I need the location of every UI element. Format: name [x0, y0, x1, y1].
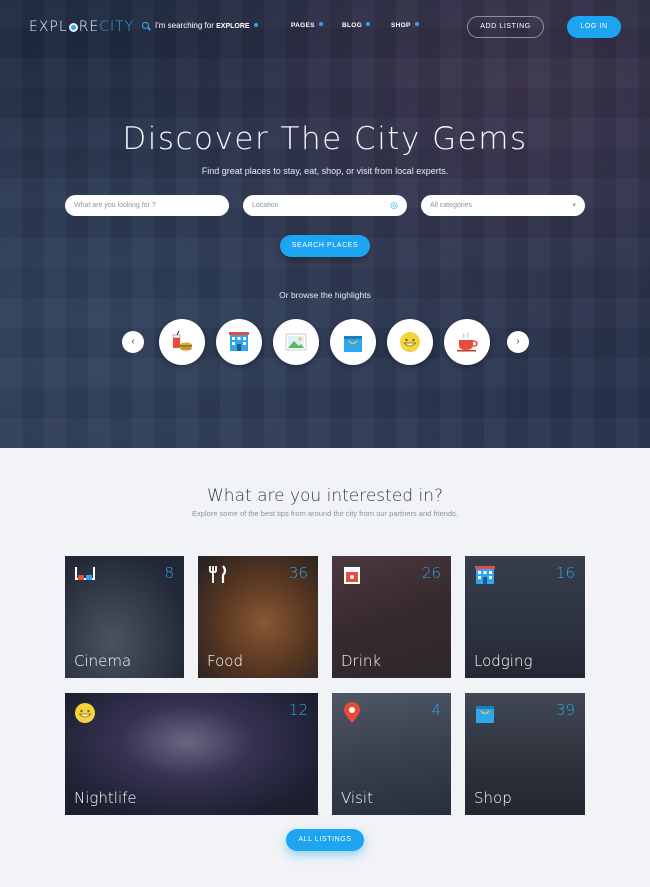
- interests-subtitle: Explore some of the best tips from aroun…: [192, 509, 458, 518]
- category-name: Food: [207, 652, 243, 670]
- shopping-bag-icon: [344, 336, 362, 352]
- nav-search-value: EXPLORE: [216, 23, 250, 30]
- shopping-bag-icon: [476, 706, 494, 723]
- browse-highlights-label: Or browse the highlights: [279, 290, 371, 300]
- dropdown-dot-icon: [253, 23, 258, 27]
- carousel-prev-button[interactable]: ‹: [122, 331, 144, 353]
- category-tile-cinema[interactable]: 8 Cinema: [65, 556, 184, 678]
- top-navigation: EXPL RECITY I'm searching for EXPLORE PAG…: [0, 14, 650, 40]
- chevron-down-icon: ▾: [572, 202, 576, 209]
- all-listings-button[interactable]: ALL LISTINGS: [286, 829, 364, 851]
- category-tile-drink[interactable]: 26 Drink: [332, 556, 451, 678]
- hero-title: Discover The City Gems: [122, 121, 528, 157]
- nav-search-label: I'm searching for: [155, 21, 214, 30]
- highlight-hotel[interactable]: [216, 319, 262, 365]
- building-icon: [475, 566, 495, 584]
- highlight-coffee[interactable]: [444, 319, 490, 365]
- logo-pin-icon: [68, 23, 78, 32]
- category-tile-food[interactable]: 36 Food: [198, 556, 318, 678]
- interests-title: What are you interested in?: [207, 486, 443, 506]
- category-tile-visit[interactable]: 4 Visit: [332, 693, 451, 815]
- highlight-picture[interactable]: [273, 319, 319, 365]
- dropdown-dot-icon: [365, 22, 370, 26]
- category-name: Shop: [474, 789, 512, 807]
- category-count: 12: [288, 701, 308, 719]
- 3d-glasses-icon: [75, 567, 95, 580]
- category-tile-shop[interactable]: 39 Shop: [465, 693, 585, 815]
- category-count: 26: [421, 564, 441, 582]
- hero-section: EXPL RECITY I'm searching for EXPLORE PAG…: [0, 0, 650, 448]
- coffee-cup-icon: [457, 332, 478, 352]
- cutlery-icon: [209, 565, 227, 583]
- search-icon: [142, 22, 149, 29]
- category-name: Cinema: [74, 652, 132, 670]
- food-icon: [172, 330, 192, 351]
- hero-subtitle: Find great places to stay, eat, shop, or…: [201, 166, 449, 176]
- carousel-next-button[interactable]: ›: [507, 331, 529, 353]
- logo[interactable]: EXPL RECITY: [29, 19, 134, 35]
- nav-link-pages[interactable]: PAGES: [291, 22, 323, 29]
- drink-icon: [344, 567, 360, 584]
- nav-link-blog[interactable]: BLOG: [342, 22, 370, 29]
- category-name: Visit: [341, 789, 373, 807]
- location-input[interactable]: Location ◎: [243, 195, 407, 216]
- category-name: Drink: [341, 652, 382, 670]
- smiley-icon: [75, 703, 95, 723]
- category-count: 8: [164, 564, 174, 582]
- picture-icon: [285, 333, 307, 351]
- category-tile-lodging[interactable]: 16 Lodging: [465, 556, 585, 678]
- category-count: 16: [555, 564, 575, 582]
- map-pin-icon: [344, 702, 360, 723]
- category-name: Lodging: [474, 652, 533, 670]
- category-select[interactable]: All categories ▾: [421, 195, 585, 216]
- category-count: 36: [288, 564, 308, 582]
- search-places-button[interactable]: SEARCH PLACES: [280, 235, 370, 257]
- highlight-nightlife[interactable]: [387, 319, 433, 365]
- category-count: 39: [555, 701, 575, 719]
- category-count: 4: [431, 701, 441, 719]
- highlight-shopping[interactable]: [330, 319, 376, 365]
- login-button[interactable]: LOG IN: [567, 16, 621, 38]
- nav-search-toggle[interactable]: I'm searching for EXPLORE: [142, 21, 258, 30]
- nav-link-shop[interactable]: SHOP: [391, 22, 419, 29]
- highlight-food[interactable]: [159, 319, 205, 365]
- dropdown-dot-icon: [414, 22, 419, 26]
- keyword-input[interactable]: What are you looking for ?: [65, 195, 229, 216]
- category-tile-nightlife[interactable]: 12 Nightlife: [65, 693, 318, 815]
- category-name: Nightlife: [74, 789, 137, 807]
- dropdown-dot-icon: [318, 22, 323, 26]
- locate-icon[interactable]: ◎: [390, 200, 398, 211]
- hotel-icon: [229, 332, 249, 351]
- add-listing-button[interactable]: ADD LISTING: [467, 16, 544, 38]
- smiley-icon: [400, 332, 420, 352]
